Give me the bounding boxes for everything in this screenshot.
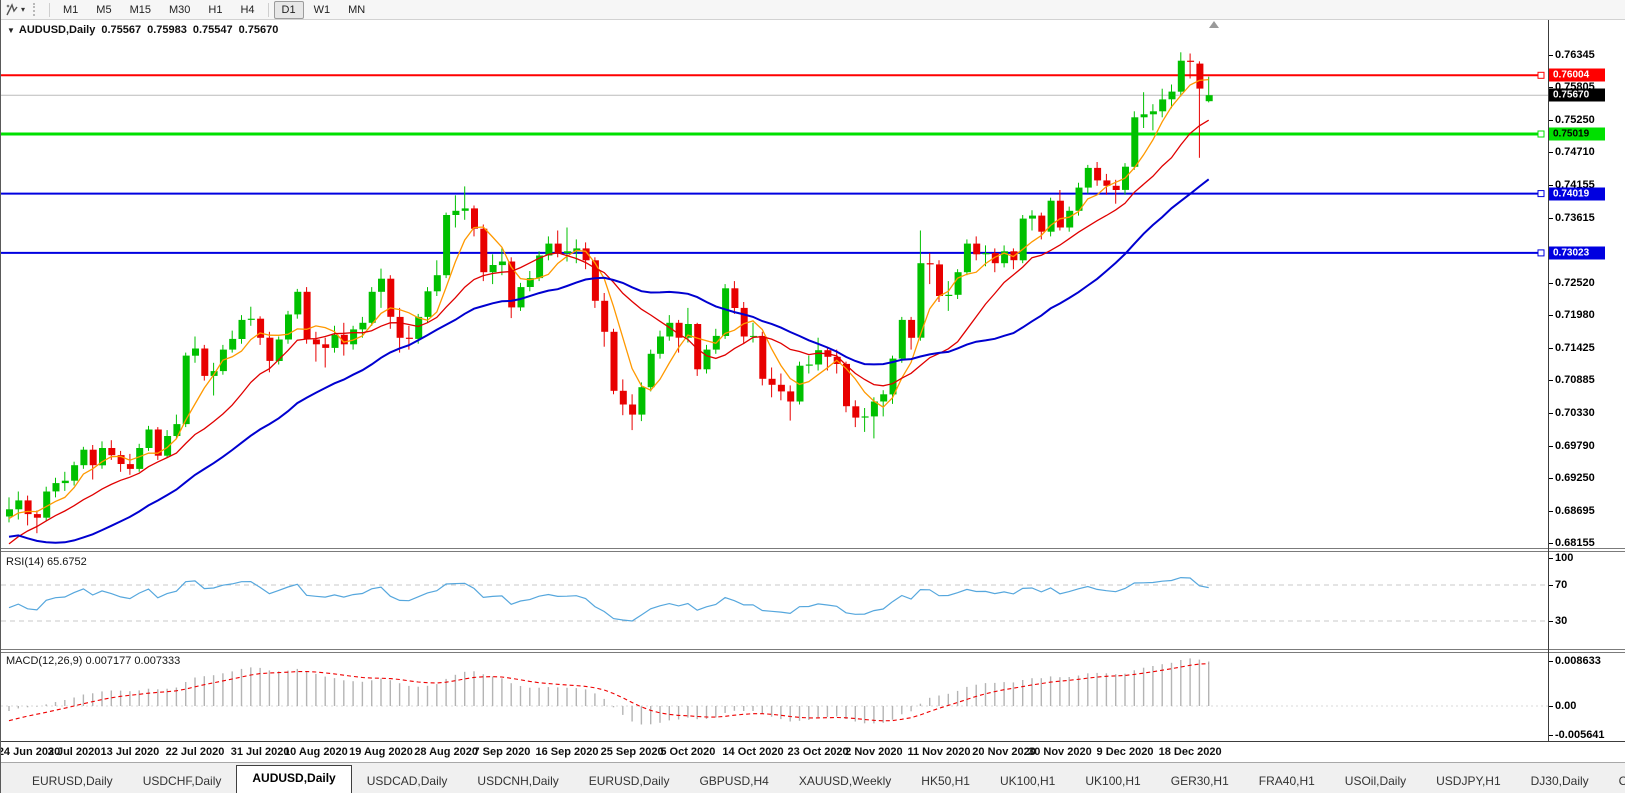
price-axis-tick-label: 0.69250 [1555,471,1595,484]
price-axis-tick-label: 0.71980 [1555,309,1595,322]
timeframe-button-m15[interactable]: M15 [122,1,159,19]
chart-tab-fra40-h1[interactable]: FRA40,H1 [1244,770,1330,793]
price-axis-tick-label: 0.69790 [1555,439,1595,452]
chart-tab-china300-h1[interactable]: CHINA300,H1 [1604,770,1625,793]
chart-tab-dj30-daily[interactable]: DJ30,Daily [1516,770,1604,793]
main-price-chart[interactable] [1,20,1548,548]
chart-tab-usdjpy-h1[interactable]: USDJPY,H1 [1421,770,1515,793]
time-axis-label: 19 Aug 2020 [349,746,413,758]
timeframe-button-h4[interactable]: H4 [232,1,262,19]
chart-tab-usdcad-daily[interactable]: USDCAD,Daily [352,770,463,793]
price-axis-tick-label: 0.70330 [1555,407,1595,420]
timeframe-button-m1[interactable]: M1 [55,1,86,19]
chart-tab-usdchf-daily[interactable]: USDCHF,Daily [128,770,237,793]
time-axis-label: 16 Sep 2020 [535,746,599,758]
time-axis-label: 28 Aug 2020 [414,746,478,758]
chart-tab-eurusd-daily[interactable]: EURUSD,Daily [17,770,128,793]
time-axis-label: 7 Sep 2020 [473,746,531,758]
chart-tools-button[interactable]: ▾ [1,2,28,17]
price-axis-tick-label: 0.72520 [1555,276,1595,289]
collapse-arrow-icon[interactable]: ▼ [7,26,15,35]
ohlc-high: 0.75983 [147,24,187,36]
time-axis-label: 22 Jul 2020 [165,746,225,758]
chart-tab-usdcnh-daily[interactable]: USDCNH,Daily [462,770,573,793]
rsi-label: RSI(14) 65.6752 [6,556,87,568]
price-axis-tick-label: 0.75250 [1555,114,1595,127]
time-axis-label: 13 Jul 2020 [100,746,160,758]
time-axis-label: 23 Oct 2020 [787,746,849,758]
chart-title: ▼ AUDUSD,Daily 0.75567 0.75983 0.75547 0.7567… [7,24,284,36]
ohlc-open: 0.75567 [101,24,142,36]
macd-axis-tick-label: 0.00 [1555,700,1577,712]
toolbar-grip-handle[interactable] [33,3,39,16]
chart-tab-bar: EURUSD,Daily USDCHF,Daily AUDUSD,Daily USDC… [1,762,1625,793]
time-axis-label: 3 Jul 2020 [47,746,101,758]
rsi-axis-tick-label: 100 [1555,552,1574,564]
timeframe-button-w1[interactable]: W1 [306,1,339,19]
chart-tab-uk100-h1[interactable]: UK100,H1 [985,770,1070,793]
trading-terminal-window: ▾ M1 M5 M15 M30 H1 H4 D1 W1 MN ▼ AUDUSD,Daily 0.75… [0,0,1625,793]
pane-divider-rsi-macd[interactable] [1,649,1625,653]
pane-divider-main-rsi[interactable] [1,548,1625,552]
rsi-axis-tick-label: 70 [1555,579,1568,591]
timeframe-button-mn[interactable]: MN [340,1,373,19]
chart-tab-hk50-h1[interactable]: HK50,H1 [906,770,985,793]
time-axis-label: 30 Nov 2020 [1028,746,1092,758]
macd-indicator-pane[interactable] [1,653,1548,741]
chart-shift-marker[interactable] [1209,21,1219,28]
price-axis-tick-label: 0.68695 [1555,504,1595,517]
time-axis-label: 20 Nov 2020 [972,746,1036,758]
macd-label: MACD(12,26,9) 0.007177 0.007333 [6,655,181,667]
time-axis-label: 14 Oct 2020 [722,746,784,758]
time-axis-label: 25 Sep 2020 [600,746,664,758]
macd-axis-tick-label: -0.005641 [1555,729,1605,742]
chart-cursor-icon [6,2,18,15]
rsi-indicator-pane[interactable] [1,553,1548,649]
price-level-badge[interactable]: 0.74019 [1549,187,1605,201]
timeframe-button-h1[interactable]: H1 [200,1,230,19]
time-axis-label: 5 Oct 2020 [660,746,716,758]
price-level-badge[interactable]: 0.76004 [1549,68,1605,82]
chart-symbol-label: AUDUSD,Daily [18,24,96,36]
chart-tab-ger30-h1[interactable]: GER30,H1 [1156,770,1244,793]
toolbar-separator [267,2,269,17]
time-axis-label: 31 Jul 2020 [230,746,290,758]
timeframe-toolbar: ▾ M1 M5 M15 M30 H1 H4 D1 W1 MN [1,0,1625,20]
current-price-badge[interactable]: 0.75670 [1549,88,1605,102]
ohlc-low: 0.75547 [192,24,233,36]
time-axis[interactable]: 24 Jun 2020 3 Jul 2020 13 Jul 2020 22 Jul 2… [1,741,1625,762]
price-axis-tick-label: 0.70885 [1555,374,1595,387]
price-axis-tick-label: 0.71425 [1555,342,1595,355]
rsi-axis-tick-label: 30 [1555,615,1568,627]
timeframe-button-m30[interactable]: M30 [161,1,198,19]
price-axis-tick-label: 0.73615 [1555,211,1595,224]
timeframe-button-d1[interactable]: D1 [273,0,304,19]
price-axis-tick-label: 0.76345 [1555,49,1595,61]
chart-tab-gbpusd-h4[interactable]: GBPUSD,H4 [684,770,783,793]
timeframe-button-m5[interactable]: M5 [88,1,119,19]
time-axis-label: 9 Dec 2020 [1096,746,1154,758]
chart-tab-eurusd-daily[interactable]: EURUSD,Daily [574,770,685,793]
chart-tab-xauusd-weekly[interactable]: XAUUSD,Weekly [784,770,906,793]
price-axis-tick-label: 0.74710 [1555,146,1595,159]
time-axis-label: 11 Nov 2020 [907,746,971,758]
price-level-badge[interactable]: 0.75019 [1549,127,1605,141]
chart-tab-audusd-daily[interactable]: AUDUSD,Daily [236,765,352,793]
chart-tab-uk100-h1[interactable]: UK100,H1 [1070,770,1155,793]
macd-axis-tick-label: 0.008633 [1555,655,1601,667]
price-level-badge[interactable]: 0.73023 [1549,246,1605,260]
toolbar-separator [49,2,51,17]
time-axis-label: 2 Nov 2020 [845,746,903,758]
ohlc-close: 0.75670 [238,24,279,36]
time-axis-label: 10 Aug 2020 [283,746,348,758]
time-axis-label: 18 Dec 2020 [1158,746,1222,758]
chevron-down-icon: ▾ [21,5,26,14]
chart-tab-usoil-daily[interactable]: USOil,Daily [1330,770,1421,793]
